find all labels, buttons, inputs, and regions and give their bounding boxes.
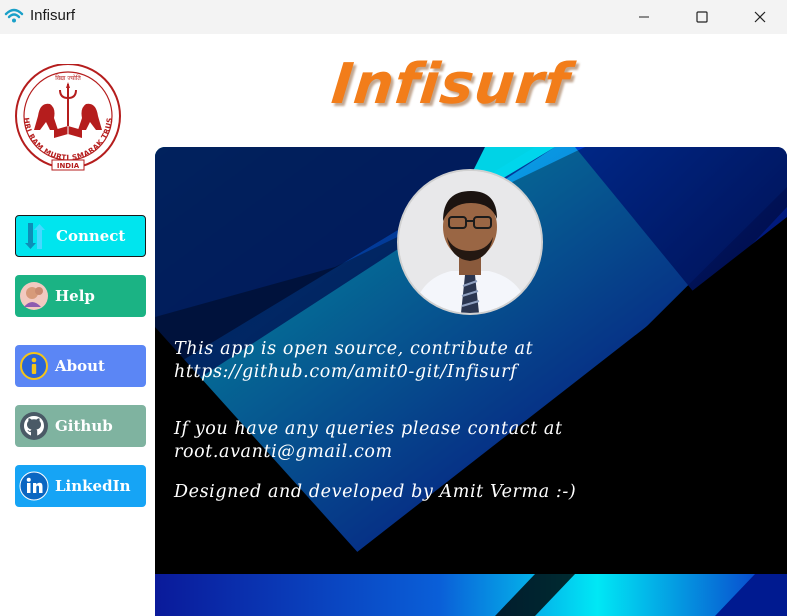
close-icon	[754, 11, 766, 23]
profile-avatar	[397, 169, 543, 315]
window-title: Infisurf	[30, 7, 76, 24]
linkedin-icon	[19, 471, 49, 501]
logo-country-text: INDIA	[57, 162, 80, 170]
about-label: About	[55, 357, 105, 375]
maximize-icon	[696, 11, 708, 23]
credits-text: Designed and developed by Amit Verma :-)	[174, 482, 577, 502]
app-brand-title: Infisurf	[328, 52, 573, 117]
help-button[interactable]: Help	[15, 275, 146, 317]
help-label: Help	[55, 287, 95, 305]
github-button[interactable]: Github	[15, 405, 146, 447]
info-icon	[19, 351, 49, 381]
connect-button[interactable]: Connect	[15, 215, 146, 257]
about-button[interactable]: About	[15, 345, 146, 387]
window-body: विद्या ज्योति SHRI RAM MURTI SMARAK TRUS…	[0, 34, 787, 616]
minimize-button[interactable]	[615, 0, 673, 34]
updown-arrows-icon	[20, 221, 50, 251]
profile-photo	[399, 171, 541, 313]
minimize-icon	[638, 11, 650, 23]
contact-text: If you have any queries please contact a…	[174, 419, 563, 462]
open-source-text: This app is open source, contribute at h…	[174, 339, 534, 382]
github-label: Github	[55, 417, 113, 435]
trust-logo: विद्या ज्योति SHRI RAM MURTI SMARAK TRUS…	[7, 57, 130, 176]
svg-text:विद्या ज्योति: विद्या ज्योति	[55, 74, 81, 82]
connect-label: Connect	[56, 227, 126, 245]
help-person-icon	[19, 281, 49, 311]
info-panel: This app is open source, contribute at h…	[155, 147, 787, 616]
maximize-button[interactable]	[673, 0, 731, 34]
linkedin-label: LinkedIn	[55, 477, 131, 495]
title-bar: Infisurf	[0, 0, 787, 34]
github-icon	[19, 411, 49, 441]
linkedin-button[interactable]: LinkedIn	[15, 465, 146, 507]
close-button[interactable]	[731, 0, 787, 34]
wifi-icon	[4, 6, 24, 26]
